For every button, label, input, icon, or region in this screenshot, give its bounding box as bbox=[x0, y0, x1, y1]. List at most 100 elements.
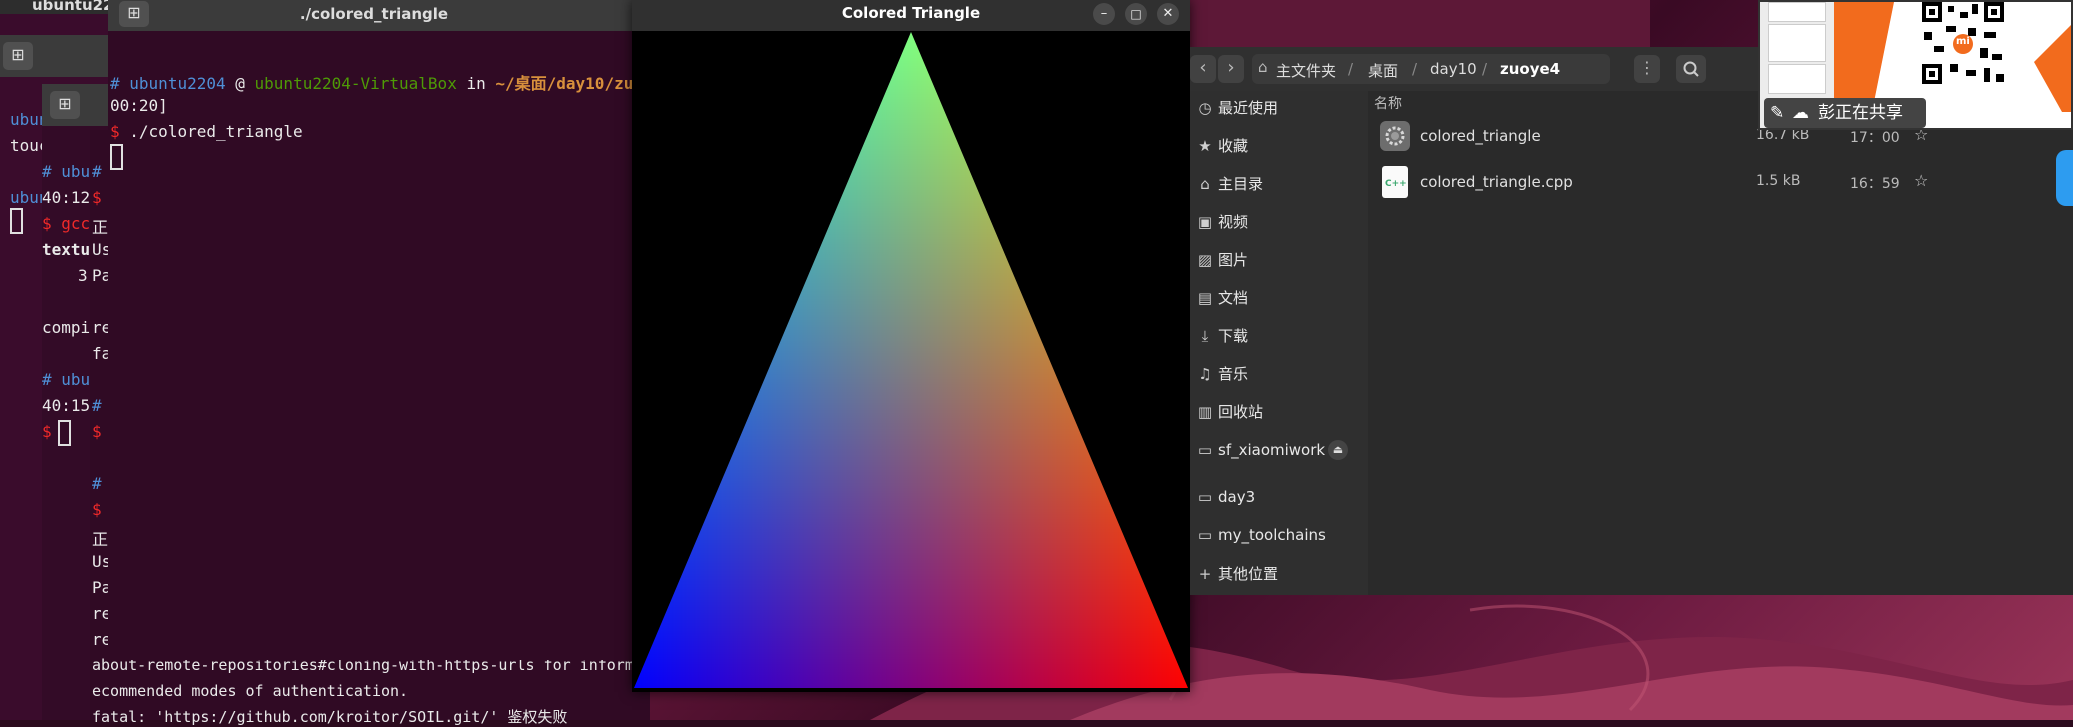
home-icon: ⌂ bbox=[1200, 175, 1210, 193]
sidebar-item-label: 文档 bbox=[1218, 289, 1249, 307]
close-button[interactable]: ✕ bbox=[1157, 3, 1179, 25]
sidebar-item[interactable]: ▥ 回收站 bbox=[1190, 395, 1368, 429]
document-icon: ▤ bbox=[1197, 289, 1213, 307]
column-header-name[interactable]: 名称 bbox=[1374, 93, 1402, 113]
terminal-line: $ bbox=[92, 500, 102, 519]
breadcrumb-separator: / bbox=[1348, 60, 1354, 78]
mi-logo: mi bbox=[1956, 36, 1970, 47]
sidebar-item-label: 音乐 bbox=[1218, 365, 1249, 383]
search-icon bbox=[1683, 61, 1699, 77]
trash-icon: ▥ bbox=[1197, 403, 1213, 421]
forward-button[interactable]: › bbox=[1218, 55, 1244, 83]
clock-icon: ◷ bbox=[1198, 99, 1212, 117]
eject-icon[interactable]: ⏏ bbox=[1328, 440, 1348, 460]
back-button[interactable]: ‹ bbox=[1190, 55, 1216, 83]
terminal-line: 40:12 bbox=[42, 188, 91, 207]
qr-code: mi bbox=[1920, 2, 2006, 86]
sidebar-item-label: 图片 bbox=[1218, 251, 1249, 269]
star-icon: ★ bbox=[1198, 137, 1212, 155]
folder-icon: ▭ bbox=[1197, 488, 1213, 506]
sidebar-item-label: day3 bbox=[1218, 488, 1256, 506]
plus-icon: + bbox=[1198, 565, 1212, 583]
floating-side-tab[interactable] bbox=[2056, 150, 2073, 206]
terminal-cursor bbox=[10, 208, 23, 234]
sidebar-item-label: my_toolchains bbox=[1218, 526, 1326, 544]
terminal-line: compi bbox=[42, 318, 91, 337]
terminal-line: ecommended modes of authentication. bbox=[92, 682, 409, 700]
file-name: colored_triangle.cpp bbox=[1420, 173, 1573, 191]
sidebar-item[interactable]: ▭ day3 bbox=[1190, 480, 1368, 514]
sidebar-item[interactable]: ▭ my_toolchains bbox=[1190, 518, 1368, 552]
sidebar-item[interactable]: ▤ 文档 bbox=[1190, 281, 1368, 315]
sidebar-item[interactable]: ⤓ 下载 bbox=[1190, 319, 1368, 353]
terminal-line: $ gcc bbox=[42, 214, 91, 233]
colored-triangle-window[interactable]: Colored Triangle – □ ✕ bbox=[632, 0, 1190, 692]
menu-button[interactable]: ⋮ bbox=[1634, 55, 1660, 83]
music-icon: ♫ bbox=[1198, 365, 1212, 383]
sidebar-item-label: 下载 bbox=[1218, 327, 1249, 345]
sidebar-item[interactable]: ▨ 图片 bbox=[1190, 243, 1368, 277]
sidebar-item[interactable]: ⌂ 主目录 bbox=[1190, 167, 1368, 201]
opengl-canvas bbox=[632, 31, 1190, 692]
minimize-button[interactable]: – bbox=[1093, 3, 1115, 25]
new-tab-button[interactable]: ⊞ bbox=[50, 91, 80, 119]
download-icon: ⤓ bbox=[1201, 327, 1209, 345]
breadcrumb-item[interactable]: 主文件夹 bbox=[1276, 60, 1336, 81]
triangle-green-gradient bbox=[634, 32, 1188, 688]
breadcrumb-item[interactable]: 桌面 bbox=[1368, 60, 1398, 81]
breadcrumb-separator: / bbox=[1412, 60, 1418, 78]
sidebar-item[interactable]: ▣ 视频 bbox=[1190, 205, 1368, 239]
screen-share-preview[interactable]: mi ✎ ☁ 彭正在共享 bbox=[1758, 0, 2073, 130]
terminal-line: # bbox=[92, 474, 102, 493]
sidebar-item[interactable]: ♫ 音乐 bbox=[1190, 357, 1368, 391]
breadcrumb: ⌂ 主文件夹 / 桌面 / day10 / zuoye4 bbox=[1252, 54, 1610, 84]
terminal-line: 正 bbox=[92, 218, 109, 237]
file-name: colored_triangle bbox=[1420, 127, 1541, 145]
file-modified: 16：59 bbox=[1850, 176, 1900, 192]
breadcrumb-item[interactable]: day10 bbox=[1430, 60, 1477, 78]
sharing-label: 彭正在共享 bbox=[1818, 103, 1903, 123]
search-button[interactable] bbox=[1676, 55, 1706, 83]
sidebar-item-label: 主目录 bbox=[1218, 175, 1264, 193]
terminal-cursor bbox=[110, 144, 123, 170]
sidebar: ◷ 最近使用 ★ 收藏 ⌂ 主目录 ▣ 视频 ▨ 图片 ▤ 文档 ⤓ 下载 ♫ 音乐 ▥ 回收站 ▭ sf_xiaom… bbox=[1190, 91, 1369, 595]
sidebar-item[interactable]: + 其他位置 bbox=[1190, 557, 1368, 591]
terminal-line: textu bbox=[42, 240, 91, 259]
breadcrumb-item-current[interactable]: zuoye4 bbox=[1500, 60, 1560, 78]
screen-share-icon: ☁ bbox=[1792, 103, 1809, 123]
terminal-window-front[interactable]: ⊞ ./colored_triangle # ubuntu2204 @ ubun… bbox=[108, 0, 662, 660]
sidebar-item-label: 其他位置 bbox=[1218, 565, 1279, 583]
sharing-indicator[interactable]: ✎ ☁ 彭正在共享 bbox=[1764, 98, 1926, 128]
colored-triangle bbox=[634, 32, 1188, 688]
breadcrumb-separator: / bbox=[1482, 60, 1488, 78]
file-row[interactable]: C++ colored_triangle.cpp 1.5 kB 16：59 ☆ bbox=[1368, 161, 2073, 205]
cpp-file-icon: C++ bbox=[1382, 166, 1408, 198]
sidebar-item[interactable]: ▭ sf_xiaomiwork ⏏ bbox=[1190, 433, 1368, 467]
maximize-button[interactable]: □ bbox=[1125, 3, 1147, 25]
file-list: 名称 colored_triangle 16.7 kB 17：00 ☆ C++ … bbox=[1368, 91, 2073, 595]
terminal-title: ./colored_triangle bbox=[299, 5, 449, 23]
file-modified: 17：00 bbox=[1850, 130, 1900, 146]
terminal-command-line: $ ./colored_triangle bbox=[110, 122, 303, 141]
terminal-cursor bbox=[58, 420, 71, 446]
drive-icon: ▭ bbox=[1197, 441, 1213, 459]
folder-icon: ▭ bbox=[1197, 526, 1213, 544]
terminal-line: # bbox=[92, 396, 102, 415]
terminal-line: $ bbox=[92, 188, 102, 207]
sidebar-item[interactable]: ★ 收藏 bbox=[1190, 129, 1368, 163]
terminal-line: 正 bbox=[92, 530, 109, 549]
sidebar-item[interactable]: ◷ 最近使用 bbox=[1190, 91, 1368, 125]
terminal-line: fatal: 'https://github.com/kroitor/SOIL.… bbox=[92, 708, 568, 726]
home-icon: ⌂ bbox=[1258, 58, 1268, 76]
executable-gear-icon bbox=[1380, 121, 1410, 151]
sidebar-item-label: 视频 bbox=[1218, 213, 1249, 231]
video-icon: ▣ bbox=[1197, 213, 1213, 231]
star-icon[interactable]: ☆ bbox=[1914, 171, 1928, 190]
file-size: 1.5 kB bbox=[1756, 173, 1801, 189]
sidebar-item-label: 收藏 bbox=[1218, 137, 1249, 155]
terminal-prompt-line: # ubuntu2204 @ ubuntu2204-VirtualBox in … bbox=[110, 74, 663, 93]
image-icon: ▨ bbox=[1197, 251, 1213, 269]
terminal-line: $ bbox=[42, 422, 52, 441]
edit-pencil-icon[interactable]: ✎ bbox=[1770, 98, 1784, 128]
new-tab-button[interactable]: ⊞ bbox=[3, 42, 33, 70]
